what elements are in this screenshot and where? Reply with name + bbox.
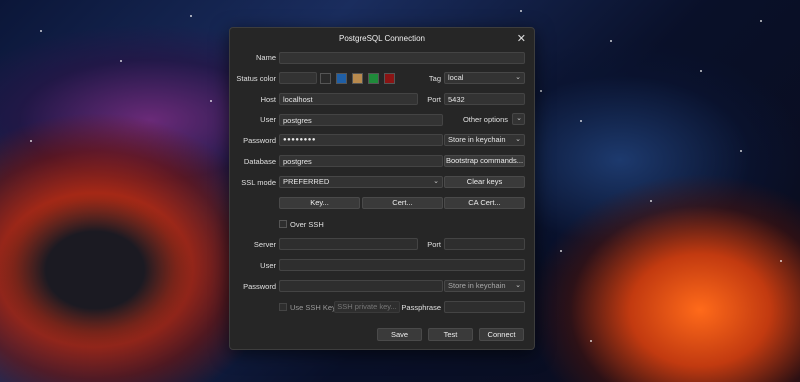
tag-value: local (448, 73, 464, 82)
chevron-down-icon: ⌄ (515, 136, 521, 143)
name-input[interactable] (279, 52, 525, 64)
other-options-label: Other options (462, 115, 508, 124)
status-color-swatch-dark[interactable] (320, 73, 331, 84)
use-ssh-key-checkbox[interactable] (279, 303, 287, 311)
status-color-swatch-blue[interactable] (336, 73, 347, 84)
host-input[interactable]: localhost (279, 93, 418, 105)
name-label: Name (255, 53, 276, 62)
password-storage-value: Store in keychain (448, 135, 506, 144)
ssh-password-label: Password (243, 282, 276, 291)
ssl-mode-label: SSL mode (241, 178, 276, 187)
chevron-down-icon: ⌄ (515, 282, 521, 289)
password-label: Password (243, 136, 276, 145)
over-ssh-checkbox[interactable] (279, 220, 287, 228)
tag-label: Tag (428, 74, 441, 83)
ssh-password-storage-select[interactable]: Store in keychain ⌄ (444, 280, 525, 292)
ssh-port-label: Port (427, 240, 441, 249)
server-input[interactable] (279, 238, 418, 250)
status-color-label: Status color (236, 74, 276, 83)
key-button[interactable]: Key... (279, 197, 360, 209)
test-button[interactable]: Test (428, 328, 473, 341)
password-input[interactable]: ●●●●●●●● (279, 134, 443, 146)
use-ssh-key-label: Use SSH Key (290, 303, 336, 312)
ssh-password-input[interactable] (279, 280, 443, 292)
over-ssh-label: Over SSH (290, 220, 324, 229)
ssh-user-input[interactable] (279, 259, 525, 271)
save-button[interactable]: Save (377, 328, 422, 341)
clear-keys-button[interactable]: Clear keys (444, 176, 525, 188)
passphrase-input[interactable] (444, 301, 525, 313)
chevron-down-icon: ⌄ (515, 74, 521, 81)
server-label: Server (253, 240, 276, 249)
port-input[interactable]: 5432 (444, 93, 525, 105)
port-label: Port (427, 95, 441, 104)
password-storage-select[interactable]: Store in keychain ⌄ (444, 134, 525, 146)
chevron-down-icon: ⌄ (433, 178, 439, 185)
status-color-swatch-red[interactable] (384, 73, 395, 84)
cert-button[interactable]: Cert... (362, 197, 443, 209)
ssl-mode-select[interactable]: PREFERRED ⌄ (279, 176, 443, 188)
ssh-password-storage-value: Store in keychain (448, 281, 506, 290)
ca-cert-button[interactable]: CA Cert... (444, 197, 525, 209)
database-label: Database (243, 157, 276, 166)
connect-button[interactable]: Connect (479, 328, 524, 341)
postgresql-connection-dialog: PostgreSQL Connection ✕ Name Status colo… (229, 27, 535, 350)
user-input[interactable]: postgres (279, 114, 443, 126)
dialog-title: PostgreSQL Connection (339, 34, 425, 43)
other-options-toggle[interactable]: ⌄ (512, 113, 525, 125)
host-label: Host (260, 95, 276, 104)
ssh-port-input[interactable] (444, 238, 525, 250)
close-icon[interactable]: ✕ (517, 32, 526, 45)
database-input[interactable]: postgres (279, 155, 443, 167)
status-color-swatch-tan[interactable] (352, 73, 363, 84)
ssh-private-key-button[interactable]: SSH private key... (334, 301, 400, 313)
passphrase-label: Passphrase (401, 303, 441, 312)
ssh-user-label: User (260, 261, 276, 270)
status-color-none[interactable] (279, 72, 317, 84)
status-color-swatch-green[interactable] (368, 73, 379, 84)
chevron-down-icon: ⌄ (516, 115, 522, 122)
tag-select[interactable]: local ⌄ (444, 72, 525, 84)
bootstrap-commands-button[interactable]: Bootstrap commands... (444, 155, 525, 167)
user-label: User (260, 115, 276, 124)
ssl-mode-value: PREFERRED (283, 177, 330, 186)
